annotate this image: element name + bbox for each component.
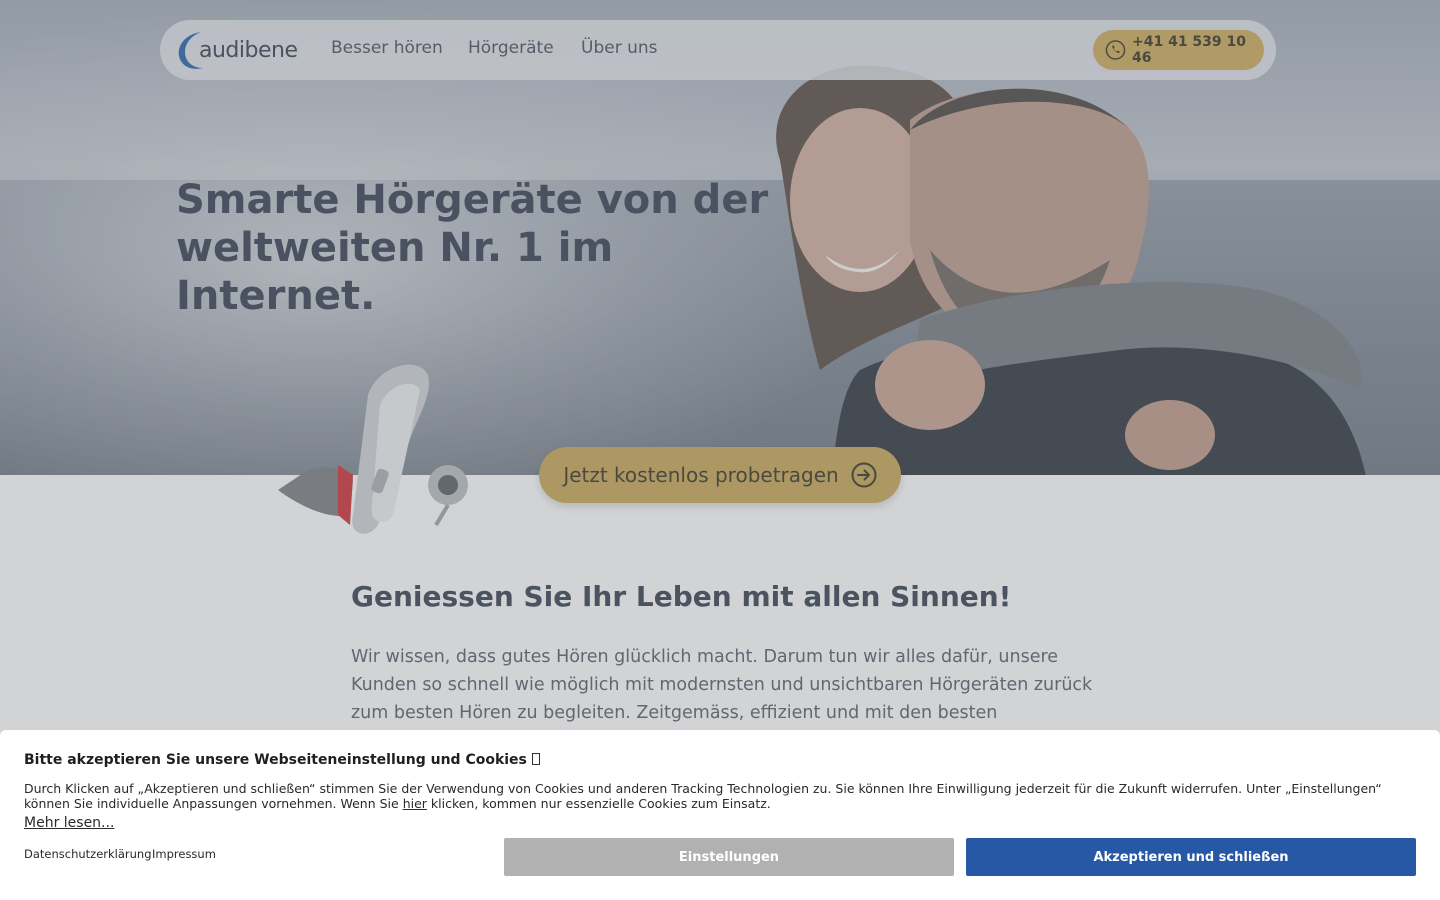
- cookie-consent-banner: Bitte akzeptieren Sie unsere Webseitenei…: [0, 730, 1440, 900]
- cookie-description: Durch Klicken auf „Akzeptieren und schli…: [24, 781, 1424, 811]
- cookie-title: Bitte akzeptieren Sie unsere Webseitenei…: [24, 752, 540, 768]
- read-more-link[interactable]: Mehr lesen...: [24, 815, 114, 831]
- cookie-settings-button[interactable]: Einstellungen: [504, 838, 954, 876]
- essential-cookies-link[interactable]: hier: [403, 796, 427, 811]
- privacy-policy-link[interactable]: Datenschutzerklärung: [24, 847, 152, 861]
- accept-and-close-button[interactable]: Akzeptieren und schließen: [966, 838, 1416, 876]
- cookie-title-text: Bitte akzeptieren Sie unsere Webseitenei…: [24, 752, 527, 768]
- imprint-link[interactable]: Impressum: [152, 847, 216, 861]
- missing-glyph-icon: [531, 753, 540, 765]
- cookie-text-part-2: klicken, kommen nur essenzielle Cookies …: [426, 796, 771, 811]
